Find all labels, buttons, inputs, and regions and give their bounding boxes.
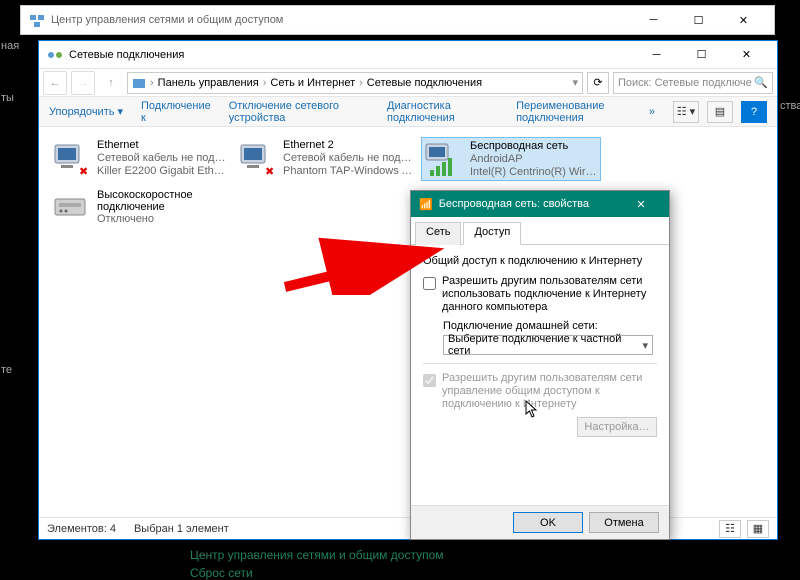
address-bar: ← → ↑ › Панель управления › Сеть и Интер… (39, 69, 777, 97)
help-button[interactable]: ? (741, 101, 767, 123)
breadcrumb-item[interactable]: Панель управления (158, 77, 259, 89)
details-view-button[interactable]: ☷ (719, 520, 741, 538)
search-icon: 🔍 (754, 76, 768, 89)
forward-button[interactable]: → (71, 71, 95, 95)
home-connection-combo[interactable]: Выберите подключение к частной сети ▾ (443, 335, 653, 355)
connection-name: Ethernet (97, 139, 227, 152)
rename-button[interactable]: Переименование подключения » (516, 100, 655, 124)
close-button[interactable]: ✕ (621, 198, 661, 211)
up-button[interactable]: ↑ (99, 71, 123, 95)
close-button[interactable]: ✕ (724, 41, 769, 69)
selected-count: Выбран 1 элемент (134, 523, 229, 535)
connection-status: Отключено (97, 213, 227, 226)
disable-device-button[interactable]: Отключение сетевого устройства (229, 100, 369, 124)
diagnose-button[interactable]: Диагностика подключения (387, 100, 498, 124)
refresh-button[interactable]: ⟳ (587, 72, 609, 94)
svg-text:✖: ✖ (79, 166, 88, 178)
maximize-button[interactable]: ☐ (676, 6, 721, 34)
home-connection-label: Подключение домашней сети: (443, 320, 657, 332)
link-network-reset[interactable]: Сброс сети (190, 566, 253, 580)
titlebar: Центр управления сетями и общим доступом… (21, 6, 774, 34)
connection-status: Сетевой кабель не подкл… (97, 152, 227, 165)
allow-sharing-checkbox[interactable] (423, 277, 436, 290)
bg-right-text: ства (780, 100, 800, 112)
connection-device: Intel(R) Centrino(R) Wireles… (470, 166, 598, 179)
tab-strip: Сеть Доступ (411, 221, 669, 245)
dialup-icon (51, 189, 91, 229)
properties-dialog: 📶 Беспроводная сеть: свойства ✕ Сеть Дос… (410, 190, 670, 540)
allow-sharing-row: Разрешить другим пользователям сети испо… (423, 275, 657, 314)
organize-button[interactable]: Упорядочить ▾ (49, 105, 123, 118)
ethernet-icon: ✖ (237, 139, 277, 179)
wifi-icon (424, 140, 464, 180)
back-button[interactable]: ← (43, 71, 67, 95)
dialog-titlebar: 📶 Беспроводная сеть: свойства ✕ (411, 191, 669, 217)
connection-status: AndroidAP (470, 153, 598, 166)
connection-status: Сетевой кабель не подкл… (283, 152, 413, 165)
tab-sharing[interactable]: Доступ (463, 222, 521, 245)
network-center-window: Центр управления сетями и общим доступом… (20, 5, 775, 35)
mouse-cursor (525, 400, 541, 420)
link-network-center[interactable]: Центр управления сетями и общим доступом (190, 548, 444, 562)
breadcrumb-item[interactable]: Сеть и Интернет (270, 77, 355, 89)
allow-control-label: Разрешить другим пользователям сети упра… (442, 372, 657, 411)
svg-text:✖: ✖ (265, 166, 274, 178)
connection-name: Беспроводная сеть (470, 140, 598, 153)
section-heading: Общий доступ к подключению к Интернету (423, 255, 657, 267)
dialog-title: Беспроводная сеть: свойства (439, 198, 589, 210)
connection-item-dialup[interactable]: Высокоскоростное подключение Отключено (49, 187, 229, 231)
allow-sharing-label: Разрешить другим пользователям сети испо… (442, 275, 657, 314)
details-pane-button[interactable]: ▤ (707, 101, 733, 123)
combo-value: Выберите подключение к частной сети (448, 333, 642, 357)
item-count: Элементов: 4 (47, 523, 116, 535)
connection-item-ethernet2[interactable]: ✖ Ethernet 2 Сетевой кабель не подкл… Ph… (235, 137, 415, 181)
allow-control-checkbox (423, 374, 436, 387)
settings-button: Настройка… (577, 417, 657, 437)
connection-item-wireless[interactable]: Беспроводная сеть AndroidAP Intel(R) Cen… (421, 137, 601, 181)
connection-item-ethernet[interactable]: ✖ Ethernet Сетевой кабель не подкл… Kill… (49, 137, 229, 181)
ethernet-icon: ✖ (51, 139, 91, 179)
chevron-down-icon: ▾ (642, 339, 648, 352)
minimize-button[interactable]: ─ (634, 41, 679, 69)
ok-button[interactable]: OK (513, 512, 583, 533)
tiles-view-button[interactable]: ▦ (747, 520, 769, 538)
folder-icon (132, 76, 146, 90)
connect-button[interactable]: Подключение к (141, 100, 211, 124)
dialog-buttons: OK Отмена (411, 505, 669, 539)
close-button[interactable]: ✕ (721, 6, 766, 34)
search-input[interactable]: Поиск: Сетевые подключе 🔍 (613, 72, 773, 94)
view-options-button[interactable]: ☷ ▾ (673, 101, 699, 123)
minimize-button[interactable]: ─ (631, 6, 676, 34)
connection-name: Ethernet 2 (283, 139, 413, 152)
connection-device: Phantom TAP-Windows A… (283, 165, 413, 178)
breadcrumb-item[interactable]: Сетевые подключения (367, 77, 482, 89)
cancel-button[interactable]: Отмена (589, 512, 659, 533)
window-title: Центр управления сетями и общим доступом (51, 14, 283, 26)
titlebar: Сетевые подключения ─ ☐ ✕ (39, 41, 777, 69)
network-center-icon (29, 12, 45, 28)
tab-network[interactable]: Сеть (415, 222, 461, 245)
connection-device: Killer E2200 Gigabit Etherne… (97, 165, 227, 178)
connections-icon (47, 47, 63, 63)
window-title: Сетевые подключения (69, 49, 184, 61)
bg-sidebar-text: ная ты те (1, 40, 19, 376)
breadcrumb[interactable]: › Панель управления › Сеть и Интернет › … (127, 72, 583, 94)
maximize-button[interactable]: ☐ (679, 41, 724, 69)
command-toolbar: Упорядочить ▾ Подключение к Отключение с… (39, 97, 777, 127)
connection-name: Высокоскоростное подключение (97, 189, 227, 213)
wifi-icon: 📶 (419, 198, 433, 211)
